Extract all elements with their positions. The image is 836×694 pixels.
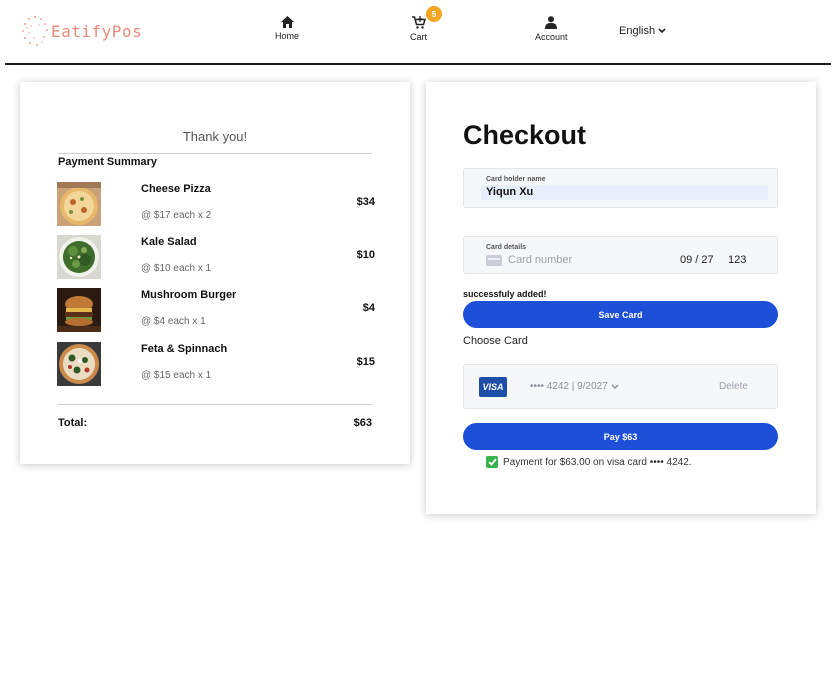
- item-quantity: @ $10 each x 1: [141, 263, 212, 274]
- pay-button[interactable]: Pay $63: [463, 423, 778, 450]
- total-label: Total:: [58, 417, 88, 429]
- header-divider: [5, 63, 831, 65]
- list-item: Kale Salad @ $10 each x 1 $10: [57, 235, 375, 285]
- item-name: Kale Salad: [141, 236, 197, 248]
- salad-photo: [57, 235, 101, 279]
- item-price: $10: [356, 249, 375, 261]
- cart-icon: [411, 16, 426, 29]
- language-label: English: [619, 25, 656, 37]
- chevron-down-icon: [611, 383, 619, 389]
- logo-text: EatifyPos: [51, 21, 143, 41]
- payment-message: Payment for $63.00 on visa card •••• 424…: [503, 456, 692, 468]
- delete-card-button[interactable]: Delete: [719, 381, 748, 392]
- list-item: Cheese Pizza @ $17 each x 2 $34: [57, 182, 375, 232]
- nav-home[interactable]: Home: [275, 16, 299, 41]
- divider: [58, 153, 372, 154]
- divider: [58, 404, 372, 405]
- save-card-button[interactable]: Save Card: [463, 301, 778, 328]
- page-title: Checkout: [463, 120, 587, 150]
- logo[interactable]: EatifyPos: [20, 14, 142, 48]
- payment-status: Payment for $63.00 on visa card •••• 424…: [486, 456, 692, 468]
- checkout-card: Checkout Card holder name Yiqun Xu Card …: [426, 82, 816, 514]
- nav-cart-label: Cart: [410, 32, 428, 42]
- card-holder-field: Card holder name Yiqun Xu: [463, 168, 778, 208]
- success-message: successfuly added!: [463, 289, 547, 299]
- pizza-photo: [57, 342, 101, 386]
- list-item: Mushroom Burger @ $4 each x 1 $4: [57, 288, 375, 338]
- nav-account-label: Account: [535, 32, 568, 42]
- credit-card-icon: [486, 255, 502, 266]
- pizza-photo: [57, 182, 101, 226]
- nav-home-label: Home: [275, 31, 300, 41]
- home-icon: [280, 16, 294, 28]
- burger-photo: [57, 288, 101, 332]
- check-icon: [486, 456, 498, 468]
- card-cvc-input[interactable]: 123: [728, 254, 746, 266]
- item-name: Feta & Spinnach: [141, 343, 228, 355]
- top-nav: EatifyPos Home Cart 5 Account English: [0, 0, 836, 64]
- nav-account[interactable]: Account: [535, 16, 568, 42]
- payment-summary-card: Thank you! Payment Summary Cheese Pizza …: [20, 82, 410, 464]
- logo-dots-icon: [20, 14, 50, 48]
- choose-card-label: Choose Card: [463, 335, 528, 347]
- cart-count-badge: 5: [426, 6, 442, 22]
- user-icon: [545, 16, 558, 29]
- thank-you-text: Thank you!: [182, 129, 248, 144]
- card-holder-input[interactable]: Yiqun Xu: [481, 185, 768, 200]
- item-quantity: @ $15 each x 1: [141, 370, 212, 381]
- item-name: Cheese Pizza: [141, 183, 211, 195]
- item-name: Mushroom Burger: [141, 289, 237, 301]
- item-price: $4: [362, 302, 375, 314]
- payment-summary-title: Payment Summary: [58, 156, 158, 168]
- nav-cart[interactable]: Cart 5: [410, 6, 442, 42]
- card-details-field: Card details Card number 09 / 27 123: [463, 236, 778, 274]
- visa-logo-icon: VISA: [479, 377, 507, 397]
- card-number-input[interactable]: Card number: [508, 254, 572, 266]
- saved-card-select[interactable]: •••• 4242 | 9/2027: [530, 381, 619, 392]
- item-price: $34: [356, 196, 375, 208]
- card-holder-label: Card holder name: [486, 176, 546, 183]
- card-expiry-input[interactable]: 09 / 27: [680, 254, 714, 266]
- item-price: $15: [356, 356, 375, 368]
- card-details-label: Card details: [486, 244, 527, 251]
- total-value: $63: [353, 417, 372, 429]
- language-selector[interactable]: English: [619, 25, 666, 37]
- list-item: Feta & Spinnach @ $15 each x 1 $15: [57, 342, 375, 392]
- item-quantity: @ $17 each x 2: [141, 210, 212, 221]
- item-quantity: @ $4 each x 1: [141, 316, 206, 327]
- saved-card-row: VISA •••• 4242 | 9/2027 Delete: [463, 364, 778, 409]
- chevron-down-icon: [658, 28, 666, 34]
- saved-card-text: •••• 4242 | 9/2027: [530, 381, 608, 392]
